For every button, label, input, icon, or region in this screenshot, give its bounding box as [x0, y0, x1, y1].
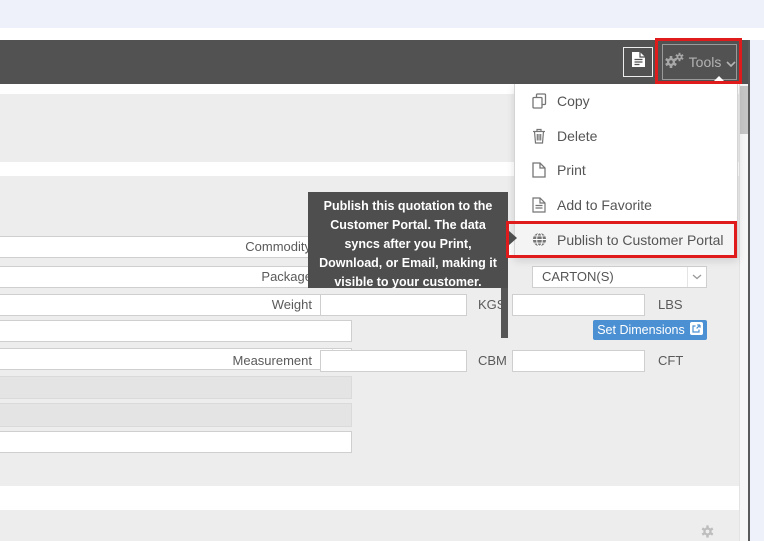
- commodity-label: Commodity: [150, 236, 311, 258]
- menu-item-label: Print: [557, 162, 586, 178]
- window-top-band: [0, 0, 764, 28]
- set-dimensions-label: Set Dimensions: [597, 323, 685, 337]
- copy-icon: [531, 93, 547, 109]
- scrollbar-track[interactable]: [739, 84, 748, 541]
- annotation-box-publish: [506, 221, 737, 258]
- annotation-box-tools: [655, 38, 742, 84]
- menu-item-label: Add to Favorite: [557, 197, 652, 213]
- measurement-cft-input[interactable]: [512, 350, 645, 372]
- menu-item-copy[interactable]: Copy: [515, 84, 737, 119]
- left-disabled-field-1: [0, 376, 352, 399]
- measurement-cbm-input[interactable]: [320, 350, 467, 372]
- menu-item-label: Delete: [557, 128, 597, 144]
- left-input-1[interactable]: [0, 320, 352, 342]
- external-link-icon: [690, 322, 703, 338]
- toolbar: Tools: [0, 40, 748, 84]
- package-label: Package: [150, 266, 312, 288]
- measurement-unit-cbm: CBM: [478, 350, 507, 372]
- package-type-select[interactable]: CARTON(S): [532, 266, 707, 288]
- set-dimensions-button[interactable]: Set Dimensions: [593, 320, 707, 340]
- measurement-label: Measurement: [150, 350, 312, 372]
- scrollbar-thumb[interactable]: [740, 86, 748, 134]
- dark-divider: [501, 283, 508, 338]
- menu-item-label: Copy: [557, 93, 590, 109]
- weight-kgs-input[interactable]: [320, 294, 467, 316]
- window-edge-line: [748, 40, 750, 541]
- chevron-down-icon: [687, 267, 706, 287]
- menu-item-add-to-favorite[interactable]: Add to Favorite: [515, 188, 737, 223]
- document-icon: [631, 51, 646, 73]
- window-right-strip: [750, 40, 764, 541]
- trash-icon: [531, 128, 547, 144]
- file-text-icon: [531, 197, 547, 213]
- document-button[interactable]: [623, 47, 653, 77]
- measurement-unit-cft: CFT: [658, 350, 683, 372]
- weight-lbs-input[interactable]: [512, 294, 645, 316]
- menu-item-print[interactable]: Print: [515, 153, 737, 188]
- left-disabled-field-2: [0, 403, 352, 427]
- section-footer: [0, 510, 739, 541]
- weight-unit-lbs: LBS: [658, 294, 683, 316]
- menu-item-delete[interactable]: Delete: [515, 119, 737, 154]
- left-input-2[interactable]: [0, 431, 352, 453]
- package-type-value: CARTON(S): [533, 269, 614, 284]
- settings-gear-icon[interactable]: [700, 524, 715, 541]
- weight-label: Weight: [150, 294, 312, 316]
- publish-tooltip: Publish this quotation to the Customer P…: [308, 192, 508, 288]
- file-icon: [531, 162, 547, 178]
- publish-tooltip-text: Publish this quotation to the Customer P…: [319, 199, 497, 289]
